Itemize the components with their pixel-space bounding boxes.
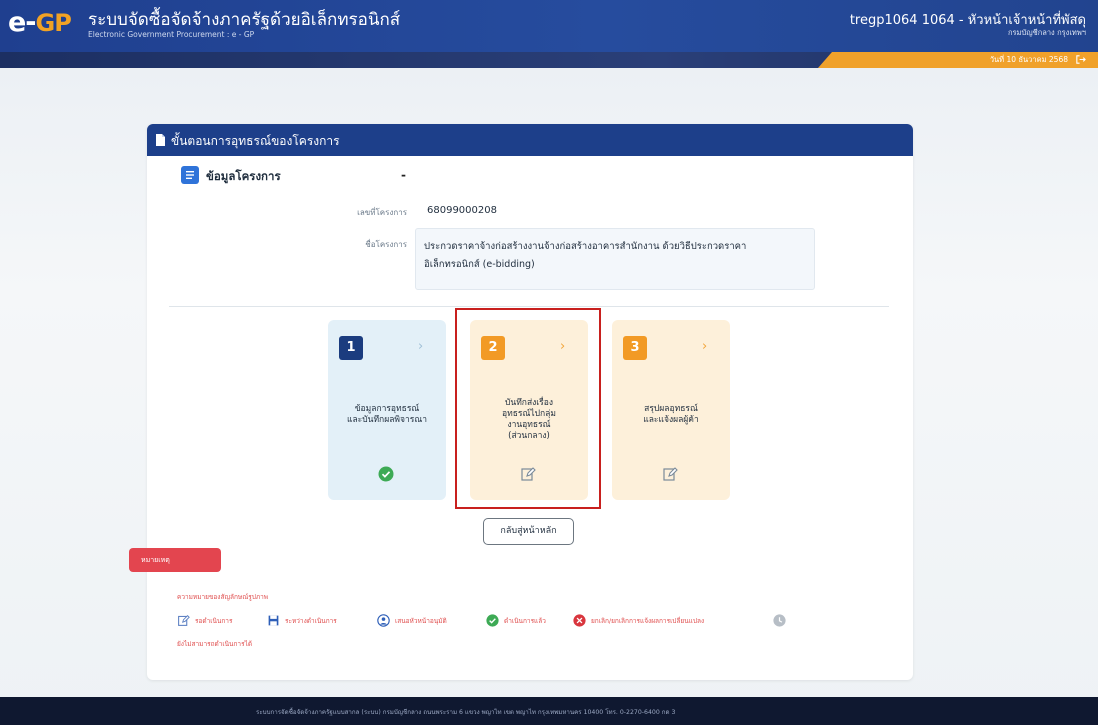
edit-icon[interactable] [662,466,678,482]
legend-caption: ความหมายของสัญลักษณ์รูปภาพ [177,593,269,601]
section-divider [169,306,889,307]
clock-icon [773,614,786,627]
step-label-line: สรุปผลอุทธรณ์ [644,404,698,414]
project-number-label: เลขที่โครงการ [357,208,407,217]
panel-title: ขั้นตอนการอุทธรณ์ของโครงการ [171,134,340,148]
step-label-line: ข้อมูลการอุทธรณ์ [354,404,420,414]
appeal-steps-panel: ขั้นตอนการอุทธรณ์ของโครงการ ข้อมูลโครงกา… [129,124,913,680]
chevron-right-icon: › [702,339,708,354]
legend-label: เสนอหัวหน้าอนุมัติ [395,617,447,625]
current-step-highlight [455,308,601,509]
check-circle-icon [378,466,394,482]
step-card-3[interactable]: 3 › สรุปผลอุทธรณ์ และแจ้งผลผู้ค้า [612,320,730,500]
logo-main-text: e- [8,7,37,38]
footer-text: ระบบการจัดซื้อจัดจ้างภาครัฐแบบสากล (ระบบ… [256,709,676,716]
back-to-main-button[interactable]: กลับสู่หน้าหลัก [483,518,574,545]
save-icon [268,615,279,626]
list-icon [181,166,199,184]
step-label-line: และบันทึกผลพิจารณา [347,415,427,425]
logo-accent-text: GP [35,9,72,37]
legend-label: ยกเลิก/ยกเลิกการแจ้งผลการเปลี่ยนแปลง [591,617,705,625]
project-name-label: ชื่อโครงการ [365,240,407,249]
check-circle-icon [486,614,499,627]
project-name-line-1: ประกวดราคาจ้างก่อสร้างงานจ้างก่อสร้างอาค… [424,241,747,252]
cancel-circle-icon [573,614,586,627]
user-department: กรมบัญชีกลาง กรุงเทพฯ [1007,28,1086,37]
collapse-toggle[interactable]: - [401,168,406,182]
step-card-1[interactable]: 1 › ข้อมูลการอุทธรณ์ และบันทึกผลพิจารณา [328,320,446,500]
project-name-line-2: อิเล็กทรอนิกส์ (e-bidding) [424,259,535,270]
legend-footer: ยังไม่สามารถดำเนินการได้ [177,640,253,648]
egp-logo[interactable]: e-GP [8,7,72,38]
icon-legend: รอดำเนินการ ระหว่างดำเนินการ เสนอหัวหน้า… [177,613,877,629]
top-header: e-GP ระบบจัดซื้อจัดจ้างภาครัฐด้วยอิเล็กท… [0,0,1098,60]
step-number: 3 [623,336,647,360]
logout-icon[interactable] [1075,54,1086,65]
legend-label: รอดำเนินการ [195,617,233,625]
project-name-field[interactable]: ประกวดราคาจ้างก่อสร้างงานจ้างก่อสร้างอาค… [415,228,815,290]
notes-tab: หมายเหตุ [129,548,221,572]
document-icon [156,134,165,146]
section-title: ข้อมูลโครงการ [206,169,281,183]
legend-label: ระหว่างดำเนินการ [285,617,337,625]
chevron-right-icon: › [418,339,424,354]
legend-label: ดำเนินการแล้ว [504,617,546,625]
notes-tab-label: หมายเหตุ [141,556,170,564]
current-date: วันที่ 10 ธันวาคม 2568 [989,55,1068,64]
step-number: 1 [339,336,363,360]
person-icon [377,614,390,627]
project-number: 68099000208 [427,205,497,216]
panel-header: ขั้นตอนการอุทธรณ์ของโครงการ [147,124,913,156]
edit-icon [178,614,190,626]
step-label-line: และแจ้งผลผู้ค้า [643,415,699,425]
system-subtitle: Electronic Government Procurement : e - … [88,30,255,39]
page-footer: ระบบการจัดซื้อจัดจ้างภาครัฐแบบสากล (ระบบ… [0,697,1098,725]
system-title: ระบบจัดซื้อจัดจ้างภาครัฐด้วยอิเล็กทรอนิก… [88,10,401,30]
date-bar: วันที่ 10 ธันวาคม 2568 [0,52,1098,68]
